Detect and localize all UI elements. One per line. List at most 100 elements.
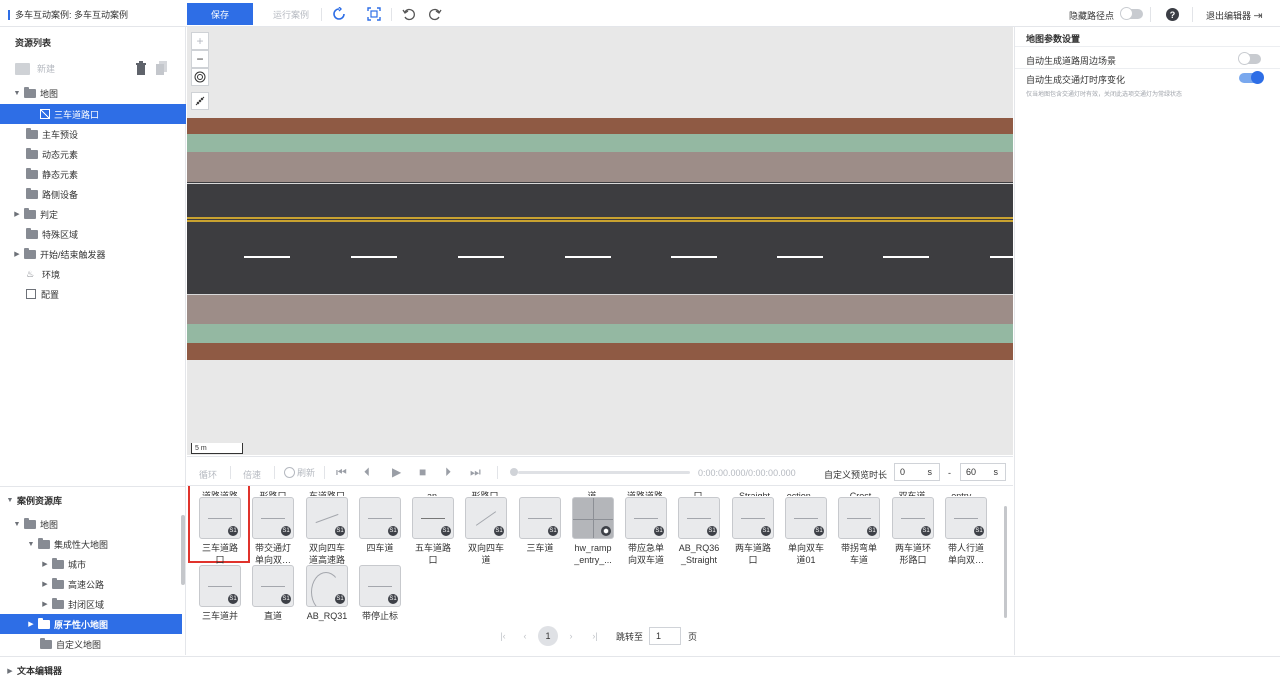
map-card[interactable]: S1 直道 [250,565,296,622]
map-card[interactable]: ⬢ hw_ramp _entry_... [570,497,616,566]
caret-right-icon[interactable]: ▶ [12,250,22,258]
undo-icon[interactable] [402,7,416,21]
card-label-cut: _entry_... [946,491,984,496]
text-editor-bar[interactable]: ▶ 文本编辑器 [0,656,1280,681]
caret-right-icon[interactable]: ▶ [40,600,50,608]
progress-handle[interactable] [510,468,518,476]
map-card[interactable]: S1 带应急单 向双车道 [623,497,669,566]
tree-item-config[interactable]: 配置 [0,284,186,304]
run-case-button[interactable]: 运行案例 [260,3,322,25]
caret-right-icon[interactable]: ▶ [40,580,50,588]
caret-down-icon[interactable]: ▼ [12,90,22,97]
skip-end-icon[interactable]: ⏭ [470,465,481,480]
config-icon [26,289,36,299]
tree-item-triggers[interactable]: ▶ 开始/结束触发器 [0,244,186,264]
new-button[interactable]: 新建 [15,62,55,75]
map-card[interactable]: S1 双向四车道 [463,497,509,566]
stop-icon[interactable]: ■ [419,465,426,479]
auto-light-toggle[interactable] [1239,71,1264,84]
tree-item-ego-preset[interactable]: 主车预设 [0,124,186,144]
map-card[interactable]: S1 两车道路口 [730,497,776,566]
zoom-in-button[interactable]: + [191,32,209,50]
refresh-label: 刷新 [297,468,316,478]
locate-icon[interactable] [191,68,209,86]
map-card[interactable]: S1 三车道并 [197,565,243,622]
copy-icon[interactable] [156,61,168,75]
lib-item-custom-maps[interactable]: 自定义地图 [0,634,182,654]
lib-item-highway[interactable]: ▶ 高速公路 [0,574,182,594]
save-button[interactable]: 保存 [187,3,253,25]
lib-item-atomic-maps[interactable]: ▶ 原子性小地图 [0,614,182,634]
lib-item-city[interactable]: ▶ 城市 [0,554,182,574]
card-label: hw_ramp _entry_... [567,542,619,566]
caret-right-icon[interactable]: ▶ [26,620,36,628]
step-back-icon[interactable]: ⏴ [364,465,370,480]
first-page-icon[interactable]: |‹ [494,631,512,641]
zoom-out-button[interactable]: − [191,50,209,68]
delete-icon[interactable] [135,61,147,75]
map-card[interactable]: S1 三车道 [517,497,563,554]
tree-item-environment[interactable]: ♨ 环境 [0,264,186,284]
map-card[interactable]: S1 AB_RQ31 [304,565,350,622]
help-icon[interactable]: ? [1166,8,1179,21]
road-preview [794,518,818,519]
caret-down-icon[interactable]: ▼ [26,541,36,548]
map-card[interactable]: S1 带人行道 单向双… [943,497,989,566]
last-page-icon[interactable]: ›| [584,631,606,641]
map-card[interactable]: S1 带停止标 [357,565,403,622]
grid-scrollbar[interactable] [1004,506,1007,618]
map-card[interactable]: S1 四车道 [357,497,403,554]
caret-down-icon[interactable]: ▼ [12,521,22,528]
road-grass [187,324,1013,343]
current-page[interactable]: 1 [538,626,558,646]
exit-editor-button[interactable]: 退出编辑器 ⇥ [1206,9,1263,22]
caret-right-icon[interactable]: ▶ [12,210,22,218]
tree-item-dynamic[interactable]: 动态元素 [0,144,186,164]
map-card[interactable]: S1 五车道路口 [410,497,456,566]
map-card[interactable]: S1 双向四车 道高速路 [304,497,350,566]
lib-item-integrated-maps[interactable]: ▼ 集成性大地图 [0,534,182,554]
prev-page-icon[interactable]: ‹ [512,631,538,641]
redo-icon[interactable] [428,7,442,21]
fit-view-icon[interactable] [367,7,381,21]
caret-right-icon[interactable]: ▶ [40,560,50,568]
map-canvas[interactable]: + − 5 m [187,27,1013,455]
step-forward-icon[interactable]: ⏵ [445,465,451,480]
tree-item-roadside[interactable]: 路侧设备 [0,184,186,204]
skip-start-icon[interactable]: ⏮ [336,465,347,480]
map-card[interactable]: S1 带拐弯单 车道 [836,497,882,566]
auto-scene-toggle[interactable] [1238,52,1261,65]
lib-scrollbar[interactable] [181,515,185,585]
map-card[interactable]: S1 单向双车 道01 [783,497,829,566]
refresh-button[interactable]: 刷新 [284,466,315,479]
hide-path-toggle[interactable] [1120,7,1143,20]
speed-button[interactable]: 倍速 [243,468,261,481]
tree-item-special-area[interactable]: 特殊区域 [0,224,186,244]
lib-item-map[interactable]: ▼ 地图 [0,514,182,534]
tree-item-three-lane-junction[interactable]: 三车道路口 [0,104,186,124]
case-library-header[interactable]: ▼ 案例资源库 [5,494,62,507]
tree-item-map[interactable]: ▼ 地图 [0,83,186,103]
map-card[interactable]: S1 三车道路口 [197,497,243,566]
text-editor-toggle[interactable]: ▶ 文本编辑器 [5,664,62,677]
preview-end-input[interactable]: 60 s [960,463,1006,481]
lib-item-closed-area[interactable]: ▶ 封闭区域 [0,594,182,614]
loop-button[interactable]: 循环 [199,468,217,481]
preview-start-input[interactable]: 0s [894,463,940,481]
jump-page-input[interactable]: 1 [649,627,682,645]
road-grass [187,134,1013,152]
progress-track[interactable] [518,471,690,474]
play-icon[interactable]: ▶ [392,465,401,479]
ruler-icon [195,96,205,106]
next-page-icon[interactable]: › [558,631,584,641]
tree-item-judge[interactable]: ▶ 判定 [0,204,186,224]
card-label-line1: 三车道并 [201,611,238,621]
edge-line [187,183,1013,184]
measure-icon[interactable] [191,92,209,110]
tree-item-static[interactable]: 静态元素 [0,164,186,184]
map-thumbnail: S1 [252,497,294,539]
map-card[interactable]: S1 带交通灯 单向双… [250,497,296,566]
loading-icon[interactable] [332,7,346,21]
map-card[interactable]: S1 AB_RQ36 _Straight [676,497,722,566]
map-card[interactable]: S1 两车道环 形路口 [890,497,936,566]
